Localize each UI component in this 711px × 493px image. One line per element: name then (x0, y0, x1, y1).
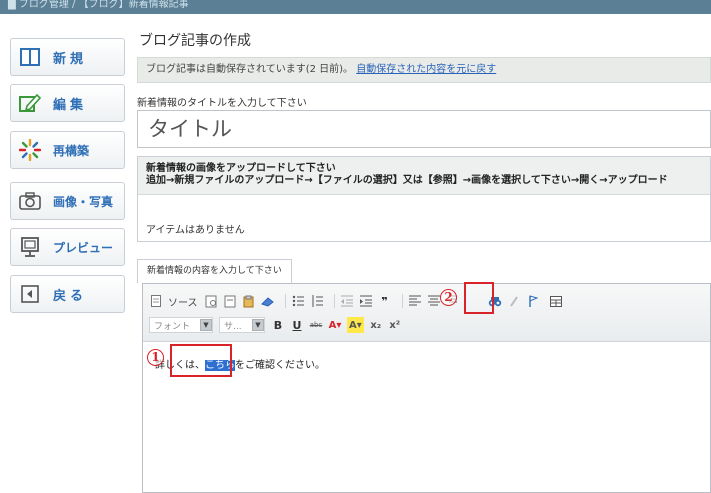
sidebar-item-label: 編集 (53, 97, 88, 113)
back-icon (19, 283, 41, 305)
new-page-icon[interactable] (204, 293, 218, 309)
anchor-icon[interactable] (526, 293, 540, 309)
background-color-icon[interactable]: A▾ (347, 317, 364, 333)
link-button-highlight (464, 282, 494, 314)
size-combo[interactable]: サ... ▼ (219, 317, 265, 333)
toolbar-separator (284, 294, 286, 308)
template-icon[interactable] (223, 293, 237, 309)
toolbar-row-1: ソース ❞ (149, 292, 568, 310)
sidebar-item-label: 画像・写真 (53, 194, 114, 209)
empty-items-text: アイテムはありません (146, 225, 245, 236)
indent-icon[interactable] (359, 293, 373, 309)
sidebar-item-label: 戻る (53, 288, 88, 304)
new-icon (19, 46, 41, 68)
sidebar-item-label: 再構築 (53, 143, 90, 158)
numbered-list-icon[interactable] (310, 293, 324, 309)
superscript-icon[interactable]: x² (388, 317, 402, 333)
subscript-icon[interactable]: x₂ (369, 317, 383, 333)
bold-icon[interactable]: B (271, 317, 285, 333)
sidebar-item-rebuild[interactable]: 再構築 (10, 131, 125, 169)
annotation-marker-2: 2 (440, 289, 457, 306)
bulleted-list-icon[interactable] (291, 293, 305, 309)
sidebar-item-images[interactable]: 画像・写真 (10, 182, 125, 220)
rich-text-editor: ソース ❞ フォント ▼ サ... ▼ B U abc A▾ A▾ x₂ x² … (142, 283, 711, 493)
rebuild-icon (19, 139, 41, 161)
top-breadcrumb-bar: ▇ ブログ管理 / 【ブログ】新着情報記事 (0, 0, 711, 14)
toolbar-row-2: フォント ▼ サ... ▼ B U abc A▾ A▾ x₂ x² (149, 316, 407, 334)
font-combo-label: フォント (154, 321, 191, 332)
breadcrumb: ▇ ブログ管理 / 【ブログ】新着情報記事 (8, 0, 189, 10)
chevron-down-icon: ▼ (252, 319, 264, 331)
sidebar-item-back[interactable]: 戻る (10, 275, 125, 313)
strikethrough-icon[interactable]: abc (309, 317, 323, 333)
source-button[interactable]: ソース (168, 294, 198, 309)
sidebar-item-preview[interactable]: プレビュー (10, 228, 125, 266)
text-color-icon[interactable]: A▾ (328, 317, 342, 333)
edit-icon (19, 92, 41, 114)
underline-icon[interactable]: U (290, 317, 304, 333)
upload-heading: 新着情報の画像をアップロードして下さい (146, 163, 336, 174)
chevron-down-icon: ▼ (200, 319, 212, 331)
camera-icon (19, 190, 41, 212)
annotation-marker-1: 1 (147, 349, 164, 366)
image-upload-panel: 新着情報の画像をアップロードして下さい 追加→新規ファイルのアップロード→【ファ… (137, 156, 711, 242)
toolbar-separator (401, 294, 403, 308)
editor-toolbar: ソース ❞ フォント ▼ サ... ▼ B U abc A▾ A▾ x₂ x² (143, 284, 710, 342)
paste-icon[interactable] (242, 293, 256, 309)
selected-text-highlight (170, 344, 232, 377)
align-center-icon[interactable] (427, 293, 441, 309)
title-label: 新着情報のタイトルを入力して下さい (137, 98, 307, 109)
font-combo[interactable]: フォント ▼ (149, 317, 213, 333)
title-input[interactable]: タイトル (137, 110, 711, 148)
source-icon (149, 293, 163, 309)
eraser-icon[interactable] (261, 293, 275, 309)
sidebar-item-new[interactable]: 新規 (10, 38, 125, 76)
sidebar-item-label: プレビュー (53, 240, 114, 255)
align-left-icon[interactable] (408, 293, 422, 309)
autosave-notice: ブログ記事は自動保存されています(2 日前)。 自動保存された内容を元に戻す (137, 57, 711, 83)
upload-header: 新着情報の画像をアップロードして下さい 追加→新規ファイルのアップロード→【ファ… (138, 157, 710, 195)
autosave-text: ブログ記事は自動保存されています(2 日前)。 (146, 64, 354, 75)
toolbar-separator (333, 294, 335, 308)
sidebar-item-label: 新規 (53, 51, 88, 67)
size-combo-label: サ... (224, 321, 242, 332)
preview-icon (19, 236, 41, 258)
blockquote-icon[interactable]: ❞ (378, 293, 392, 309)
outdent-icon[interactable] (340, 293, 354, 309)
restore-autosave-link[interactable]: 自動保存された内容を元に戻す (356, 64, 496, 75)
page-title: ブログ記事の作成 (139, 33, 251, 49)
table-icon[interactable] (549, 293, 563, 309)
content-text-suffix: をご確認ください。 (235, 360, 325, 371)
upload-instructions: 追加→新規ファイルのアップロード→【ファイルの選択】又は【参照】→画像を選択して… (146, 175, 668, 186)
unlink-icon[interactable] (507, 293, 521, 309)
tab-content[interactable]: 新着情報の内容を入力して下さい (137, 259, 292, 283)
sidebar-item-edit[interactable]: 編集 (10, 84, 125, 122)
